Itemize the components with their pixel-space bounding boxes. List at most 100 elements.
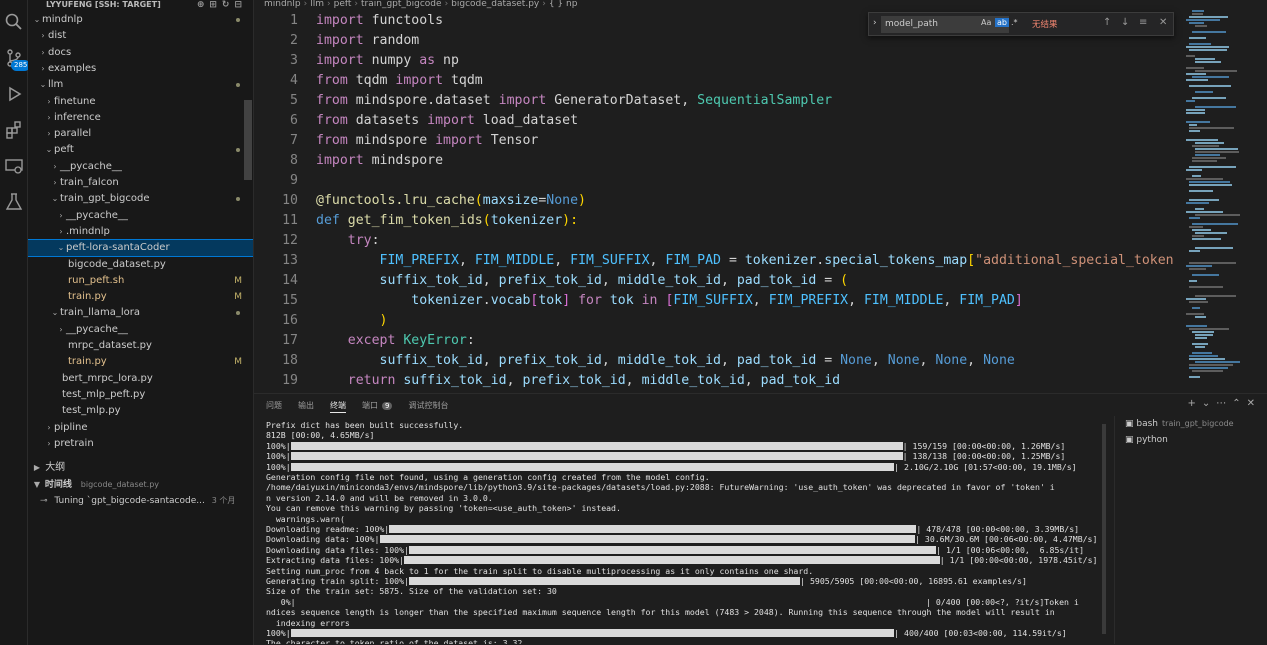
code-line[interactable]: 13 FIM_PREFIX, FIM_MIDDLE, FIM_SUFFIX, F… — [254, 251, 1184, 271]
panel-tab[interactable]: 终端 — [330, 401, 346, 413]
terminal-scrollbar[interactable] — [1102, 424, 1106, 634]
panel-tab[interactable]: 问题 — [266, 401, 282, 410]
code-token: ] — [562, 293, 579, 308]
panel-actions[interactable]: +⌄⋯⌃✕ — [1187, 398, 1261, 409]
breadcrumb-item[interactable]: { } np — [549, 0, 578, 9]
code-line[interactable]: 18 suffix_tok_id, prefix_tok_id, middle_… — [254, 351, 1184, 371]
tree-item[interactable]: train.py M — [28, 354, 253, 370]
code-line[interactable]: 4 from tqdm import tqdm — [254, 71, 1184, 91]
code-token: ( — [474, 193, 483, 208]
tree-item[interactable]: test_mlp_peft.py — [28, 387, 253, 403]
breadcrumb-item[interactable]: peft — [334, 0, 352, 9]
tree-item[interactable]: › train_falcon — [28, 175, 253, 191]
tree-item[interactable]: ⌄ peft — [28, 142, 253, 158]
code-token: functools — [363, 13, 444, 28]
tree-item[interactable]: › inference — [28, 110, 253, 126]
tree-item-label: test_mlp_peft.py — [62, 388, 146, 400]
code-line[interactable]: 8 import mindspore — [254, 151, 1184, 171]
code-line[interactable]: 14 suffix_tok_id, prefix_tok_id, middle_… — [254, 271, 1184, 291]
terminal-output[interactable]: Prefix dict has been built successfully.… — [266, 420, 1116, 644]
panel-tab[interactable]: 输出 — [298, 401, 314, 410]
toggle-replace-icon[interactable]: › — [873, 18, 877, 28]
code-line[interactable]: 12 try: — [254, 231, 1184, 251]
tree-item[interactable]: test_mlp.py — [28, 403, 253, 419]
code-line[interactable]: 5 from mindspore.dataset import Generator… — [254, 91, 1184, 111]
tree-item[interactable]: ⌄ train_llama_lora — [28, 305, 253, 321]
match-case-toggle[interactable]: Aa — [981, 18, 991, 27]
tree-item[interactable]: › dist — [28, 28, 253, 44]
tree-item[interactable]: › pretrain — [28, 436, 253, 452]
breadcrumb-item[interactable]: train_gpt_bigcode — [361, 0, 442, 9]
tree-item[interactable]: ⌄ train_gpt_bigcode — [28, 191, 253, 207]
tree-item[interactable]: › .mindnlp — [28, 224, 253, 240]
code-token: tok — [538, 293, 563, 308]
code-line[interactable]: 16 ) — [254, 311, 1184, 331]
tree-item[interactable]: › __pycache__ — [28, 159, 253, 175]
breadcrumb-item[interactable]: bigcode_dataset.py — [451, 0, 539, 9]
terminal-item-python[interactable]: ▣ python — [1115, 432, 1266, 448]
chevron-right-icon: ▶ — [33, 463, 41, 472]
code-line[interactable]: 17 except KeyError: — [254, 331, 1184, 351]
minimap-line — [1192, 352, 1212, 354]
tree-item[interactable]: run_peft.sh M — [28, 273, 253, 289]
modified-dot — [236, 18, 240, 22]
explorer-actions[interactable]: ⊕⊞↻⊟ — [197, 0, 247, 10]
search-icon[interactable] — [4, 12, 24, 32]
progress-stats: | 159/159 [00:00<00:00, 1.26MB/s] — [902, 440, 1066, 451]
timeline-entry[interactable]: ⊸ Tuning `gpt_bigcode-santacode... 3 个月 — [28, 493, 253, 509]
tree-item[interactable]: mrpc_dataset.py — [28, 338, 253, 354]
code-line[interactable]: 10 @functools.lru_cache(maxsize=None) — [254, 191, 1184, 211]
code-token: , — [601, 273, 618, 288]
match-whole-word-toggle[interactable]: ab — [995, 18, 1009, 27]
tree-item[interactable]: › parallel — [28, 126, 253, 142]
testing-icon[interactable] — [4, 192, 24, 212]
code-line[interactable]: 7 from mindspore import Tensor — [254, 131, 1184, 151]
panel-tab[interactable]: 调试控制台 — [408, 401, 448, 410]
code-line[interactable]: 19 return suffix_tok_id, prefix_tok_id, … — [254, 371, 1184, 391]
tree-item[interactable]: › __pycache__ — [28, 208, 253, 224]
run-debug-icon[interactable] — [4, 84, 24, 104]
tree-item[interactable]: ⌄ mindnlp — [28, 12, 253, 28]
code-token: prefix_tok_id — [498, 273, 602, 288]
progress-stats: | 30.6M/30.6M [00:06<00:00, 4.47MB/s] — [915, 534, 1098, 545]
code-line[interactable]: 15 tokenizer.vocab[tok] for tok in [FIM_… — [254, 291, 1184, 311]
extensions-icon[interactable] — [4, 120, 24, 140]
outline-section[interactable]: ▶ 大纲 — [28, 460, 253, 476]
code-token: load_dataset — [474, 113, 579, 128]
tree-item[interactable]: bert_mrpc_lora.py — [28, 371, 253, 387]
find-in-selection-icon[interactable]: ≡ — [1139, 17, 1147, 28]
terminal-line: The character to token ratio of the data… — [266, 638, 522, 644]
tree-item[interactable]: ⌄ llm — [28, 77, 253, 93]
arrow-up-icon[interactable]: ↑ — [1103, 17, 1111, 28]
breadcrumb-item[interactable]: llm — [310, 0, 324, 9]
tree-item[interactable]: › docs — [28, 45, 253, 61]
minimap-line — [1192, 157, 1226, 159]
breadcrumb-item[interactable]: mindnlp — [264, 0, 301, 9]
arrow-down-icon[interactable]: ↓ — [1121, 17, 1129, 28]
regex-toggle[interactable]: .* — [1011, 18, 1018, 27]
code-token: tqdm — [443, 73, 483, 88]
tree-item[interactable]: ⌄ peft-lora-santaCoder — [28, 239, 253, 258]
tree-item[interactable]: › examples — [28, 61, 253, 77]
tree-item[interactable]: › __pycache__ — [28, 322, 253, 338]
minimap-line — [1189, 268, 1206, 270]
tree-item[interactable]: › finetune — [28, 94, 253, 110]
close-icon[interactable]: ✕ — [1159, 17, 1167, 28]
tree-item-label: peft — [54, 144, 74, 156]
code-line[interactable]: 3 import numpy as np — [254, 51, 1184, 71]
code-line[interactable]: 11 def get_fim_token_ids(tokenizer): — [254, 211, 1184, 231]
chevron-down-icon: ⌄ — [57, 243, 65, 253]
minimap[interactable] — [1184, 10, 1260, 390]
code-line[interactable]: 9 — [254, 171, 1184, 191]
tree-item[interactable]: bigcode_dataset.py — [28, 257, 253, 273]
tree-item[interactable]: train.py M — [28, 289, 253, 305]
terminal-item-bash[interactable]: ▣ bash train_gpt_bigcode — [1115, 416, 1266, 432]
line-number: 7 — [290, 133, 298, 148]
code-line[interactable]: 6 from datasets import load_dataset — [254, 111, 1184, 131]
sidebar-scrollbar[interactable] — [244, 100, 252, 180]
panel-tab[interactable]: 端口 — [362, 401, 378, 410]
timeline-section[interactable]: ▼ 时间线 bigcode_dataset.py — [28, 477, 253, 493]
code-token: KeyError — [395, 333, 467, 348]
remote-explorer-icon[interactable] — [4, 156, 24, 176]
tree-item[interactable]: › pipline — [28, 420, 253, 436]
